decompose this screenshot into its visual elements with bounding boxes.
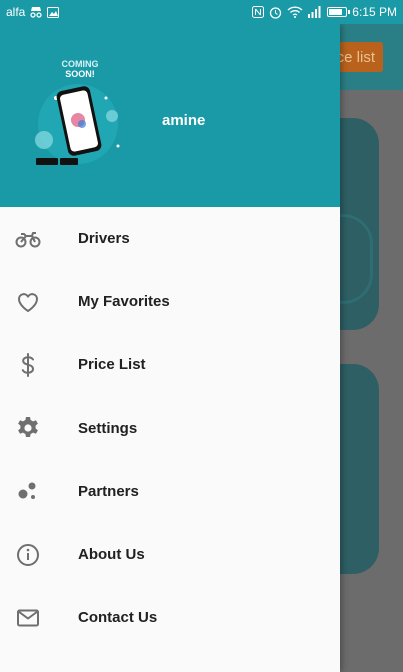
dollar-icon	[0, 351, 78, 379]
menu-item-label: About Us	[78, 546, 145, 564]
menu-item-contact-us[interactable]: Contact Us	[0, 586, 340, 649]
motorcycle-icon	[0, 225, 78, 253]
nfc-icon	[252, 6, 265, 18]
battery-icon	[327, 7, 351, 17]
signal-icon	[308, 6, 322, 18]
drawer-menu: Drivers My Favorites Price List Settings…	[0, 207, 340, 649]
menu-item-label: Price List	[78, 356, 146, 374]
menu-item-label: Contact Us	[78, 609, 158, 627]
clock-label: 6:15 PM	[352, 5, 397, 19]
coming-soon-illustration: COMING SOON!	[35, 59, 120, 165]
menu-item-label: Drivers	[78, 230, 130, 248]
bubbles-icon	[0, 477, 78, 505]
incognito-icon	[29, 6, 43, 18]
menu-item-label: Partners	[78, 482, 139, 500]
drawer-header: COMING SOON! amine	[0, 24, 340, 207]
menu-item-partners[interactable]: Partners	[0, 460, 340, 523]
menu-item-drivers[interactable]: Drivers	[0, 207, 340, 270]
menu-item-settings[interactable]: Settings	[0, 397, 340, 460]
promo-line-1: COMING	[62, 59, 99, 69]
menu-item-label: Settings	[78, 419, 138, 437]
status-bar: alfa 6:15 PM	[0, 0, 403, 24]
promo-line-2: SOON!	[65, 69, 95, 79]
navigation-drawer: COMING SOON! amine Drivers My Favorites …	[0, 24, 340, 672]
menu-item-price-list[interactable]: Price List	[0, 333, 340, 396]
menu-item-favorites[interactable]: My Favorites	[0, 270, 340, 333]
menu-item-label: My Favorites	[78, 293, 170, 311]
menu-item-about-us[interactable]: About Us	[0, 523, 340, 586]
username: amine	[162, 112, 206, 129]
gallery-icon	[47, 6, 60, 18]
wifi-icon	[287, 6, 303, 18]
heart-icon	[0, 288, 78, 316]
mail-icon	[0, 604, 78, 632]
alarm-icon	[269, 6, 282, 19]
info-icon	[0, 541, 78, 569]
carrier-label: alfa	[6, 5, 26, 19]
gear-icon	[0, 414, 78, 442]
